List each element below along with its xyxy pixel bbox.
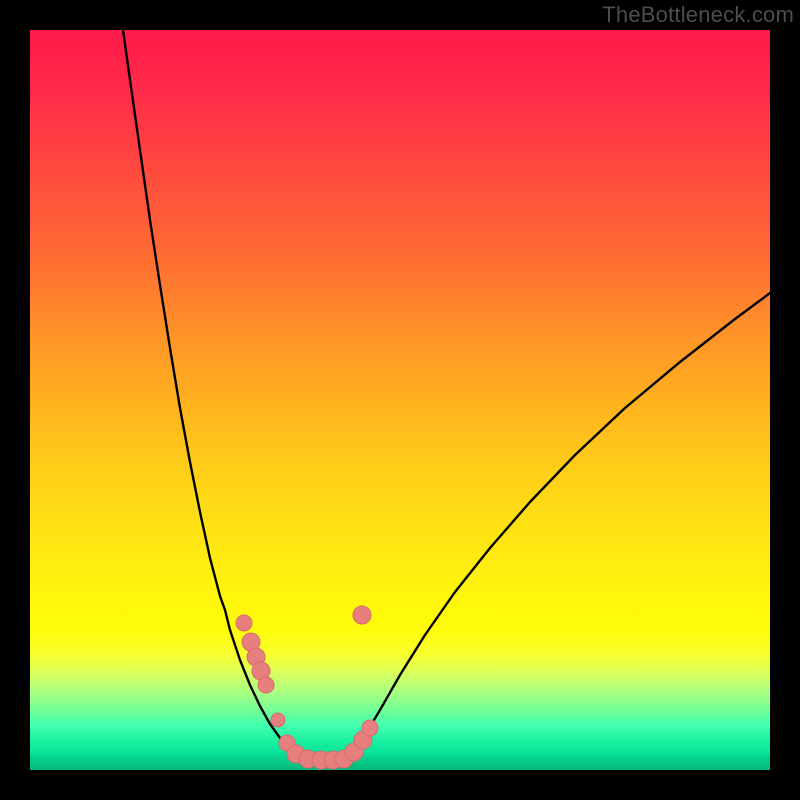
data-marker [353,606,371,624]
data-marker [236,615,252,631]
bottleneck-curve [30,30,770,770]
watermark-text: TheBottleneck.com [602,2,794,28]
data-marker [258,677,274,693]
plot-area [30,30,770,770]
data-marker [271,713,285,727]
chart-frame: TheBottleneck.com [0,0,800,800]
data-marker [362,720,378,736]
